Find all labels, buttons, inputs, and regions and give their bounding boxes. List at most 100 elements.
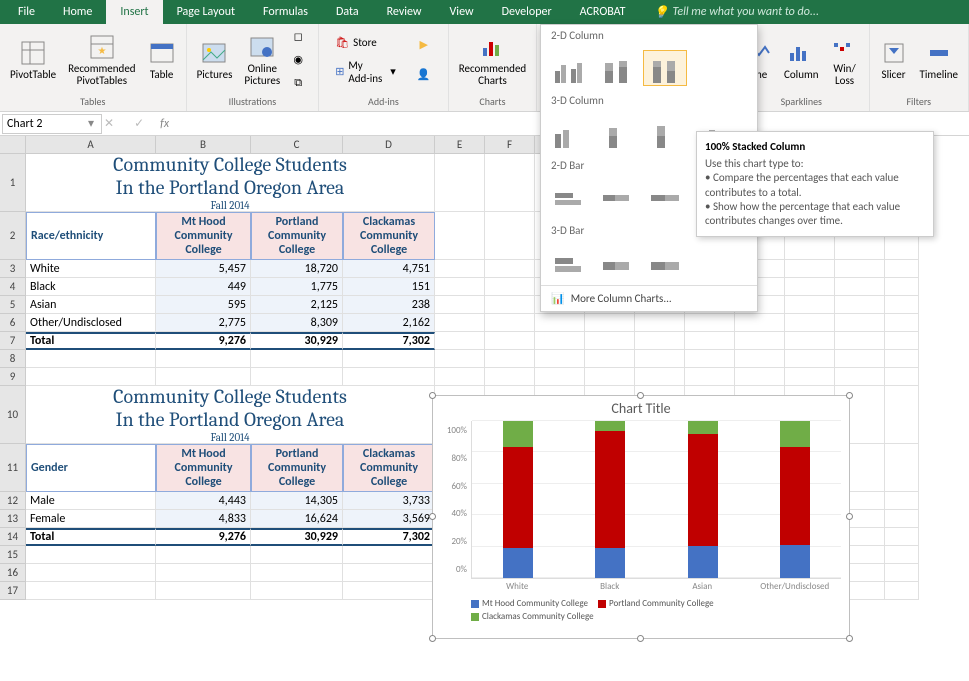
cell[interactable]: 7,302 (343, 528, 435, 546)
cell[interactable] (685, 368, 735, 386)
chart-title[interactable]: Chart Title (433, 396, 849, 421)
cell[interactable] (343, 582, 435, 600)
tab-review[interactable]: Review (373, 0, 436, 24)
cell[interactable] (585, 350, 635, 368)
embedded-chart[interactable]: Chart Title 100%80%60%40%20%0% WhiteBlac… (432, 395, 850, 639)
cell[interactable] (156, 368, 251, 386)
cell[interactable] (835, 368, 885, 386)
cell[interactable] (885, 582, 919, 600)
chart-plotarea[interactable] (471, 421, 841, 579)
screenshot-button[interactable]: ⧉ (286, 73, 314, 93)
resize-handle[interactable] (429, 513, 436, 520)
cell[interactable] (735, 350, 785, 368)
cell[interactable] (635, 314, 685, 332)
cell[interactable] (835, 332, 885, 350)
cell[interactable] (26, 368, 156, 386)
tab-pagelayout[interactable]: Page Layout (163, 0, 249, 24)
col-header[interactable]: D (343, 136, 435, 154)
clustered-column-thumb[interactable] (547, 50, 591, 86)
cell[interactable]: Other/Undisclosed (26, 314, 156, 332)
cell[interactable] (485, 368, 535, 386)
cell[interactable] (251, 350, 343, 368)
row-header[interactable]: 6 (0, 314, 26, 332)
tab-formulas[interactable]: Formulas (249, 0, 322, 24)
cell[interactable] (585, 332, 635, 350)
cell[interactable] (885, 386, 919, 444)
cell[interactable] (785, 350, 835, 368)
cell[interactable]: Female (26, 510, 156, 528)
cell[interactable] (785, 278, 835, 296)
cell[interactable] (835, 314, 885, 332)
row-header[interactable]: 14 (0, 528, 26, 546)
cell[interactable] (251, 564, 343, 582)
cell[interactable] (885, 332, 919, 350)
col-header[interactable]: B (156, 136, 251, 154)
col-header[interactable]: C (251, 136, 343, 154)
row-header[interactable]: 4 (0, 278, 26, 296)
cell[interactable] (835, 278, 885, 296)
cell[interactable] (485, 314, 535, 332)
cell[interactable]: 238 (343, 296, 435, 314)
table-button[interactable]: Table (142, 26, 182, 94)
stacked-column-thumb[interactable] (595, 50, 639, 86)
pictures-button[interactable]: Pictures (191, 26, 239, 94)
timeline-button[interactable]: Timeline (914, 26, 964, 94)
cell[interactable] (343, 368, 435, 386)
cell[interactable]: 9,276 (156, 332, 251, 350)
online-pictures-button[interactable]: Online Pictures (238, 26, 286, 94)
cell[interactable] (485, 350, 535, 368)
cell[interactable] (535, 332, 585, 350)
cell[interactable]: 16,624 (251, 510, 343, 528)
3d-clustered-bar-thumb[interactable] (547, 245, 591, 281)
row-header[interactable]: 10 (0, 386, 26, 444)
cell[interactable] (251, 546, 343, 564)
cell[interactable] (735, 332, 785, 350)
cell[interactable]: Community College StudentsIn the Portlan… (26, 386, 435, 444)
cell[interactable] (156, 350, 251, 368)
resize-handle[interactable] (637, 392, 644, 399)
sparkline-winloss-button[interactable]: Win/ Loss (825, 26, 865, 94)
3d-clustered-thumb[interactable] (547, 115, 591, 151)
cell[interactable] (885, 314, 919, 332)
row-header[interactable]: 3 (0, 260, 26, 278)
cell[interactable] (26, 546, 156, 564)
cell[interactable]: Portland Community College (251, 212, 343, 260)
cell[interactable] (785, 332, 835, 350)
cell[interactable] (343, 546, 435, 564)
cell[interactable] (435, 332, 485, 350)
cell[interactable] (535, 314, 585, 332)
cell[interactable] (485, 212, 535, 260)
cell[interactable]: Community College StudentsIn the Portlan… (26, 154, 435, 212)
cell[interactable] (785, 260, 835, 278)
cell[interactable] (585, 314, 635, 332)
cell[interactable]: Total (26, 528, 156, 546)
cell[interactable]: 1,775 (251, 278, 343, 296)
my-addins-button[interactable]: ⊞My Add-ins ▾ (331, 57, 400, 87)
chart-legend[interactable]: Mt Hood Community CollegePortland Commun… (433, 594, 849, 624)
row-header[interactable]: 12 (0, 492, 26, 510)
cell[interactable] (635, 350, 685, 368)
row-header[interactable]: 9 (0, 368, 26, 386)
row-header[interactable]: 5 (0, 296, 26, 314)
cell[interactable] (885, 546, 919, 564)
cell[interactable] (835, 260, 885, 278)
resize-handle[interactable] (846, 392, 853, 399)
cell[interactable]: 7,302 (343, 332, 435, 350)
name-box[interactable] (2, 114, 102, 134)
cell[interactable] (435, 296, 485, 314)
fx-icon[interactable]: fx (154, 117, 175, 131)
cell[interactable] (785, 314, 835, 332)
cell[interactable] (635, 332, 685, 350)
resize-handle[interactable] (846, 513, 853, 520)
tab-acrobat[interactable]: ACROBAT (566, 0, 640, 24)
cell[interactable] (885, 492, 919, 510)
cell[interactable] (835, 296, 885, 314)
select-all-corner[interactable] (0, 136, 26, 154)
cell[interactable]: Mt Hood Community College (156, 212, 251, 260)
cell[interactable] (485, 154, 535, 212)
cell[interactable] (485, 296, 535, 314)
clustered-bar-thumb[interactable] (547, 180, 591, 216)
cell[interactable] (735, 368, 785, 386)
cell[interactable] (156, 564, 251, 582)
cell[interactable]: 5,457 (156, 260, 251, 278)
